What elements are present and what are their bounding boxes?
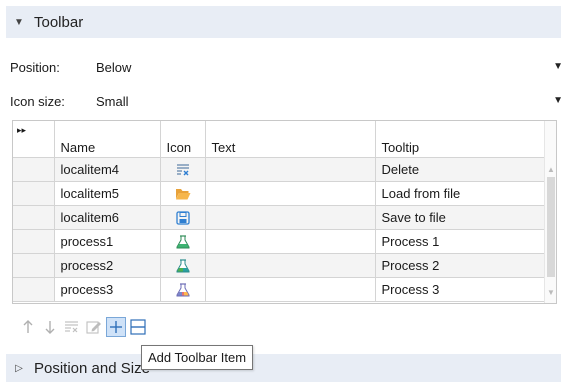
- flask-green-icon[interactable]: [160, 229, 206, 254]
- delete-button[interactable]: [62, 317, 82, 337]
- cell-text[interactable]: [205, 181, 376, 206]
- cell-tooltip[interactable]: Delete: [375, 157, 547, 182]
- position-label: Position:: [10, 59, 60, 75]
- toolbar-section-title: Toolbar: [34, 13, 84, 31]
- position-and-size-section-title: Position and Size: [34, 359, 150, 377]
- collapse-arrow-icon[interactable]: ▼: [12, 17, 26, 28]
- table-row[interactable]: localitem6 Save to file: [13, 205, 547, 230]
- position-value: Below: [96, 59, 132, 75]
- flask-teal-icon[interactable]: [160, 253, 206, 278]
- icon-size-field: Icon size: Small ▼: [10, 90, 565, 112]
- move-up-button[interactable]: [18, 317, 38, 337]
- cell-tooltip[interactable]: Process 1: [375, 229, 547, 254]
- plus-icon: [110, 321, 122, 333]
- scroll-up-icon[interactable]: ▲: [545, 165, 556, 174]
- toolbar-items-table: ▸▸ Name Icon Text Tooltip localitem4 Del…: [12, 120, 557, 304]
- table-vertical-scrollbar[interactable]: ▲ ▼: [544, 121, 556, 303]
- cell-name[interactable]: process1: [54, 229, 161, 254]
- chevron-down-icon[interactable]: ▼: [553, 95, 563, 106]
- cell-text[interactable]: [205, 253, 376, 278]
- separator-icon: [130, 319, 146, 335]
- add-separator-button[interactable]: [128, 317, 148, 337]
- position-select[interactable]: Below ▼: [86, 56, 565, 78]
- icon-size-select[interactable]: Small ▼: [86, 90, 565, 112]
- table-row[interactable]: localitem5 Load from file: [13, 181, 547, 206]
- column-header-icon[interactable]: Icon: [160, 121, 206, 158]
- cell-name[interactable]: localitem6: [54, 205, 161, 230]
- icon-size-value: Small: [96, 93, 129, 109]
- arrow-down-icon: [45, 321, 55, 334]
- row-header[interactable]: [13, 253, 55, 278]
- toolbar-section-header[interactable]: ▼ Toolbar: [6, 6, 561, 38]
- delete-list-icon: [65, 321, 78, 333]
- expand-columns-icon[interactable]: ▸▸: [13, 121, 55, 158]
- icon-size-label: Icon size:: [10, 93, 65, 109]
- table-row[interactable]: process1 Process 1: [13, 229, 547, 254]
- chevron-down-icon[interactable]: ▼: [553, 61, 563, 72]
- edit-icon: [86, 321, 101, 334]
- cell-tooltip[interactable]: Load from file: [375, 181, 547, 206]
- column-header-text[interactable]: Text: [205, 121, 376, 158]
- cell-tooltip[interactable]: Process 3: [375, 277, 547, 302]
- position-field: Position: Below ▼: [10, 56, 565, 78]
- cell-tooltip[interactable]: Process 2: [375, 253, 547, 278]
- scroll-down-icon[interactable]: ▼: [545, 288, 556, 297]
- row-header[interactable]: [13, 157, 55, 182]
- cell-text[interactable]: [205, 157, 376, 182]
- row-header[interactable]: [13, 181, 55, 206]
- cell-text[interactable]: [205, 277, 376, 302]
- table-row[interactable]: localitem4 Delete: [13, 157, 547, 182]
- floppy-save-icon[interactable]: [160, 205, 206, 230]
- cell-text[interactable]: [205, 229, 376, 254]
- scrollbar-thumb[interactable]: [547, 177, 555, 277]
- table-row[interactable]: process3 Process 3: [13, 277, 547, 302]
- add-toolbar-item-button[interactable]: [106, 317, 126, 337]
- arrow-up-icon: [23, 320, 33, 333]
- cell-name[interactable]: localitem4: [54, 157, 161, 182]
- position-and-size-section-header[interactable]: ▷ Position and Size: [6, 354, 561, 382]
- table-toolbar: [18, 316, 150, 338]
- edit-button[interactable]: [84, 317, 104, 337]
- table-row[interactable]: process2 Process 2: [13, 253, 547, 278]
- move-down-button[interactable]: [40, 317, 60, 337]
- expand-arrow-icon[interactable]: ▷: [12, 363, 26, 374]
- column-header-tooltip[interactable]: Tooltip: [375, 121, 547, 158]
- row-header[interactable]: [13, 229, 55, 254]
- cell-name[interactable]: process2: [54, 253, 161, 278]
- tooltip-popup: Add Toolbar Item: [141, 345, 254, 370]
- delete-list-icon[interactable]: [160, 157, 206, 182]
- cell-tooltip[interactable]: Save to file: [375, 205, 547, 230]
- flask-multicolor-icon[interactable]: [160, 277, 206, 302]
- table-header-row: ▸▸ Name Icon Text Tooltip: [13, 121, 547, 158]
- open-folder-icon[interactable]: [160, 181, 206, 206]
- row-header[interactable]: [13, 205, 55, 230]
- cell-name[interactable]: localitem5: [54, 181, 161, 206]
- cell-name[interactable]: process3: [54, 277, 161, 302]
- column-header-name[interactable]: Name: [54, 121, 161, 158]
- row-header[interactable]: [13, 277, 55, 302]
- cell-text[interactable]: [205, 205, 376, 230]
